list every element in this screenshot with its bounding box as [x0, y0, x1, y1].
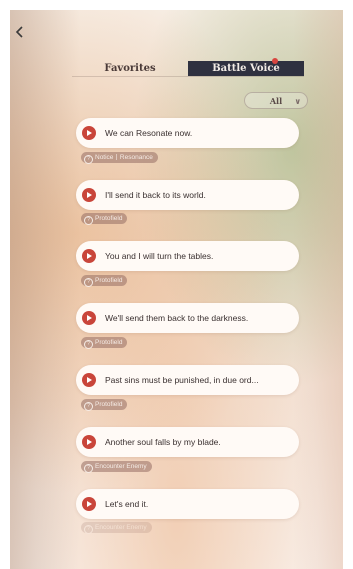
voice-tag-label: Protofield: [95, 277, 123, 284]
voice-line-text: Another soul falls by my blade.: [105, 437, 221, 447]
question-icon: ?: [84, 216, 93, 225]
play-icon[interactable]: [82, 188, 96, 202]
voice-tag-label: Protofield: [95, 339, 123, 346]
question-icon: ?: [84, 155, 93, 164]
voice-tag: ? Protofield: [81, 213, 128, 225]
voice-tag: ? Encounter Enemy: [81, 461, 152, 473]
filter-dropdown[interactable]: All ∨: [244, 92, 308, 109]
play-icon[interactable]: [82, 373, 96, 387]
voice-tag-label: Encounter Enemy: [95, 463, 147, 470]
question-icon: ?: [84, 402, 93, 411]
play-icon[interactable]: [82, 126, 96, 140]
question-icon: ?: [84, 464, 93, 473]
voice-tag: ? Protofield: [81, 275, 128, 287]
voice-tag-label: Encounter Enemy: [95, 524, 147, 531]
voice-line-item[interactable]: Let's end it.: [76, 489, 299, 519]
tab-bar: Favorites Battle Voice: [72, 58, 304, 77]
filter-label: All: [269, 95, 283, 106]
question-icon: ?: [84, 525, 93, 534]
question-icon: ?: [84, 340, 93, 349]
voice-list: We can Resonate now. ? Notice丨Resonance I…: [0, 0, 353, 569]
voice-line-text: You and I will turn the tables.: [105, 251, 214, 261]
voice-line-item[interactable]: I'll send it back to its world.: [76, 180, 299, 210]
voice-line-text: We can Resonate now.: [105, 128, 193, 138]
voice-line-item[interactable]: We'll send them back to the darkness.: [76, 303, 299, 333]
question-icon: ?: [84, 278, 93, 287]
voice-tag-label: Protofield: [95, 401, 123, 408]
tab-battle-voice-label: Battle Voice: [212, 63, 280, 74]
voice-tag: ? Protofield: [81, 337, 128, 349]
chevron-down-icon: ∨: [294, 96, 302, 106]
play-icon[interactable]: [82, 311, 96, 325]
back-arrow-icon[interactable]: [12, 24, 28, 40]
tab-battle-voice[interactable]: Battle Voice: [188, 58, 304, 76]
voice-line-item[interactable]: Past sins must be punished, in due ord..…: [76, 365, 299, 395]
voice-line-item[interactable]: We can Resonate now.: [76, 118, 299, 148]
tab-favorites[interactable]: Favorites: [72, 61, 188, 76]
voice-line-item[interactable]: Another soul falls by my blade.: [76, 427, 299, 457]
voice-line-text: We'll send them back to the darkness.: [105, 313, 249, 323]
voice-tag-label: Notice丨Resonance: [95, 154, 153, 161]
voice-tag-label: Protofield: [95, 215, 123, 222]
voice-tag: ? Protofield: [81, 399, 128, 411]
voice-line-text: Past sins must be punished, in due ord..…: [105, 375, 259, 385]
voice-line-text: Let's end it.: [105, 499, 149, 509]
play-icon[interactable]: [82, 435, 96, 449]
play-icon[interactable]: [82, 497, 96, 511]
voice-line-text: I'll send it back to its world.: [105, 190, 206, 200]
play-icon[interactable]: [82, 249, 96, 263]
voice-tag: ? Encounter Enemy: [81, 522, 152, 534]
voice-tag: ? Notice丨Resonance: [81, 152, 158, 164]
voice-line-item[interactable]: You and I will turn the tables.: [76, 241, 299, 271]
notification-dot-icon: [272, 58, 278, 64]
